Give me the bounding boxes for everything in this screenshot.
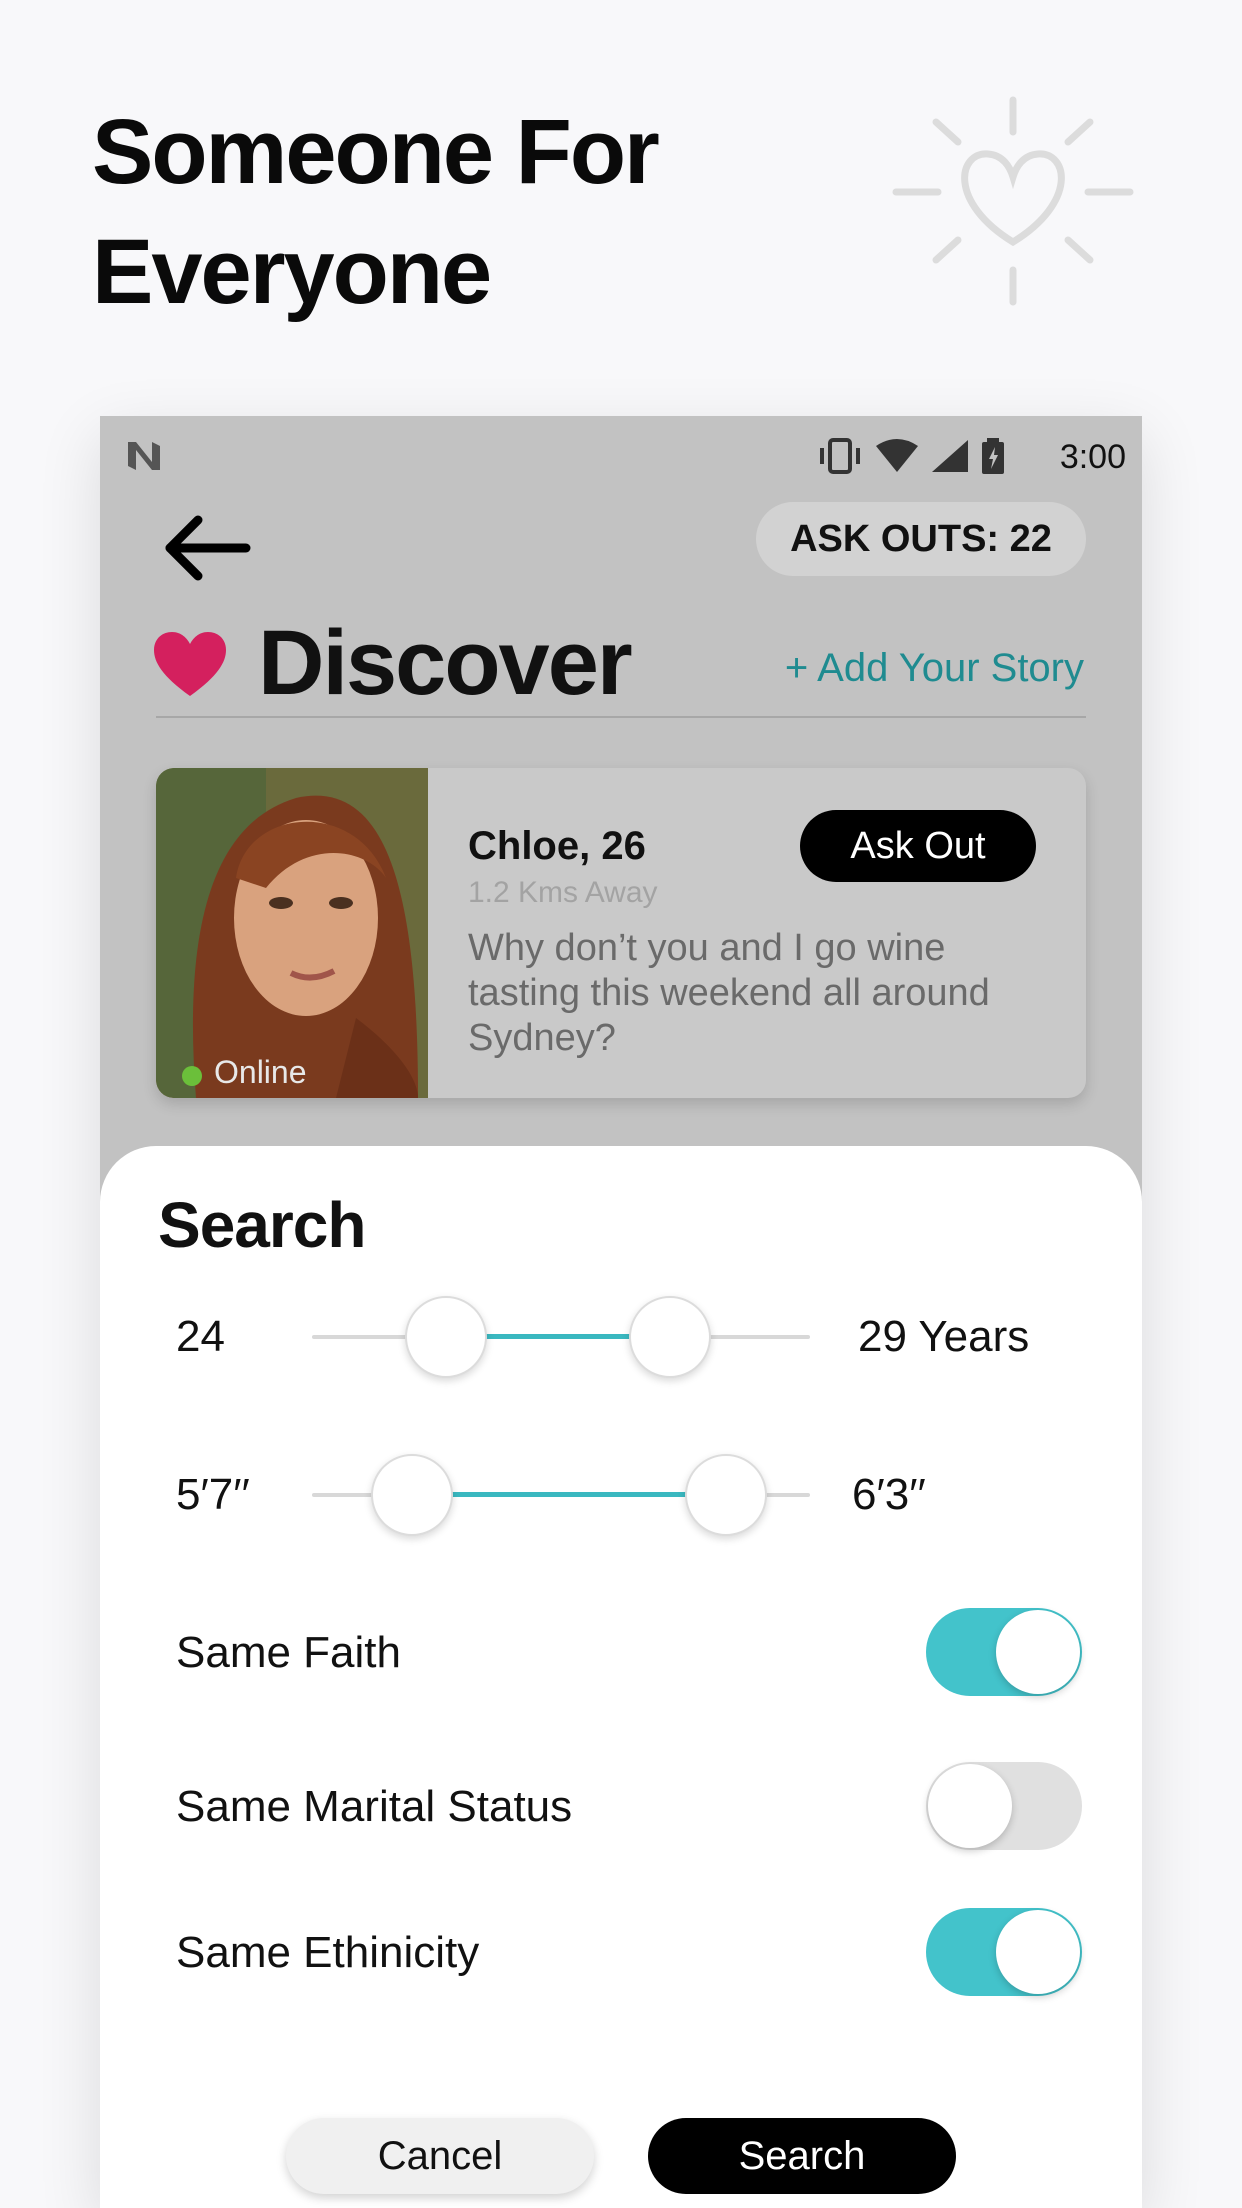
- age-range-max: 29 Years: [858, 1312, 1030, 1361]
- profile-photo: [156, 768, 428, 1098]
- same-faith-label: Same Faith: [176, 1628, 401, 1677]
- battery-icon: [982, 438, 1004, 474]
- status-time: 3:00: [1059, 438, 1126, 476]
- ask-outs-counter[interactable]: ASK OUTS: 22: [756, 502, 1086, 576]
- page-title: Discover: [258, 612, 633, 714]
- height-max-thumb[interactable]: [685, 1454, 767, 1536]
- toggle-row-same-marital-status: Same Marital Status: [100, 1754, 1142, 1854]
- profile-name: Chloe, 26: [468, 824, 646, 868]
- same-ethinicity-label: Same Ethinicity: [176, 1928, 480, 1977]
- wifi-icon: [876, 439, 918, 472]
- height-range-max: 6′3′′: [852, 1470, 926, 1519]
- notification-n-icon: [128, 442, 160, 470]
- status-bar: 3:00: [100, 416, 1142, 496]
- toggle-row-same-faith: Same Faith: [100, 1600, 1142, 1700]
- same-marital-status-toggle[interactable]: [926, 1762, 1082, 1850]
- heart-icon: [154, 632, 226, 696]
- divider: [156, 716, 1086, 718]
- cancel-button[interactable]: Cancel: [286, 2118, 594, 2194]
- status-icons: [816, 436, 1006, 476]
- sun-heart-icon: [892, 96, 1134, 306]
- age-min-thumb[interactable]: [405, 1296, 487, 1378]
- ask-out-button[interactable]: Ask Out: [800, 810, 1036, 882]
- vibrate-icon: [820, 438, 860, 474]
- height-range-min: 5′7′′: [176, 1470, 250, 1519]
- toggle-knob: [996, 1610, 1080, 1694]
- toggle-knob: [928, 1764, 1012, 1848]
- age-range-slider[interactable]: 24 29 Years: [100, 1292, 1142, 1382]
- height-min-thumb[interactable]: [371, 1454, 453, 1536]
- same-marital-status-label: Same Marital Status: [176, 1782, 573, 1831]
- toggle-row-same-ethinicity: Same Ethinicity: [100, 1900, 1142, 2000]
- search-sheet: Search 24 29 Years 5′7′′ 6′3′′ Same Fait…: [100, 1146, 1142, 2208]
- back-arrow-icon[interactable]: [158, 508, 258, 588]
- phone-screen: 3:00 ASK OUTS: 22 Discover + Add Your St…: [100, 416, 1142, 2208]
- online-status-label: Online: [214, 1054, 307, 1090]
- search-sheet-title: Search: [158, 1189, 366, 1261]
- search-button[interactable]: Search: [648, 2118, 956, 2194]
- same-ethinicity-toggle[interactable]: [926, 1908, 1082, 1996]
- add-story-link[interactable]: + Add Your Story: [785, 646, 1084, 691]
- cellular-signal-icon: [932, 440, 968, 472]
- profile-message: Why don’t you and I go wine tasting this…: [468, 927, 990, 1059]
- height-range-slider[interactable]: 5′7′′ 6′3′′: [100, 1450, 1142, 1540]
- same-faith-toggle[interactable]: [926, 1608, 1082, 1696]
- profile-card[interactable]: Online Chloe, 26 1.2 Kms Away Why don’t …: [156, 768, 1086, 1098]
- headline-line-2: Everyone: [92, 221, 492, 323]
- online-status-dot: [182, 1066, 202, 1086]
- age-range-min: 24: [176, 1312, 225, 1361]
- toggle-knob: [996, 1910, 1080, 1994]
- headline: Someone For Everyone: [92, 92, 660, 332]
- age-max-thumb[interactable]: [629, 1296, 711, 1378]
- profile-distance: 1.2 Kms Away: [468, 876, 658, 909]
- height-range-fill: [412, 1492, 726, 1497]
- headline-line-1: Someone For: [92, 101, 660, 203]
